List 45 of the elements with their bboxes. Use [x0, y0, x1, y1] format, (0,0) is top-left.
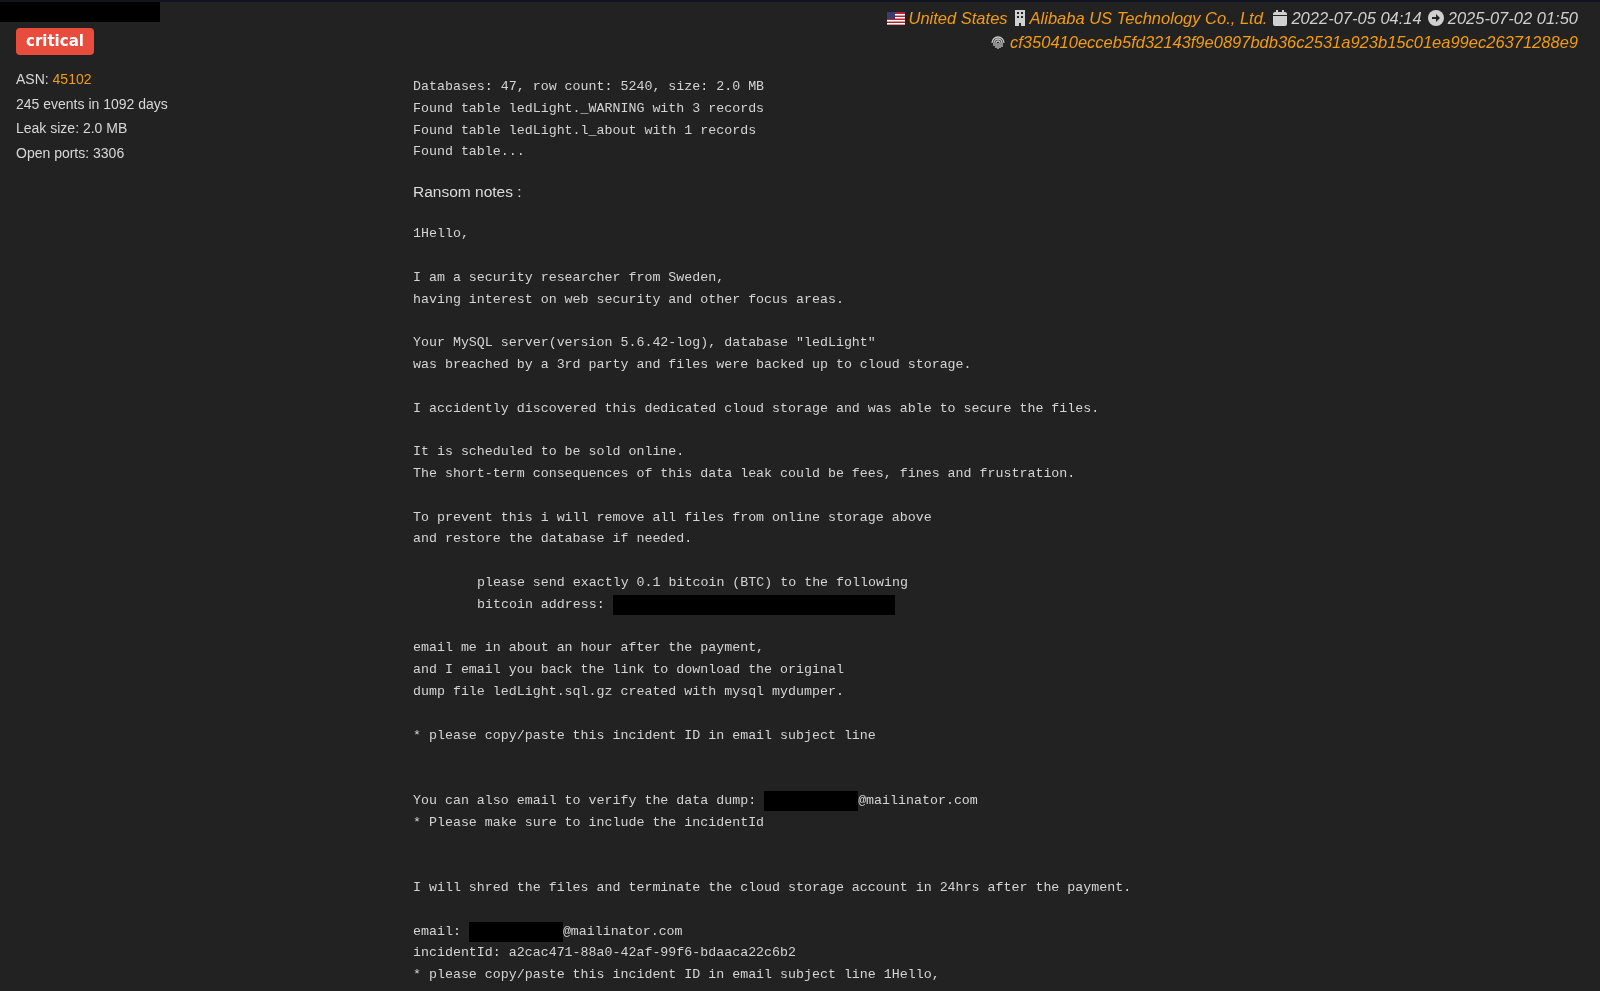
building-icon	[1013, 10, 1026, 26]
note-line: It is scheduled to be sold online.	[413, 443, 686, 462]
note-line: I accidently discovered this dedicated cloud storage and was able to secure the files.	[413, 399, 1101, 418]
note-line: 1Hello,	[413, 225, 470, 244]
flag-icon	[886, 11, 905, 25]
asn-link[interactable]: 45102	[52, 71, 92, 87]
stat-label: ASN:	[16, 71, 50, 87]
summary-line: Found table ledLight._WARNING with 3 records	[413, 99, 766, 118]
organization-link[interactable]: Alibaba US Technology Co., Ltd.	[1029, 6, 1268, 30]
fingerprint-icon	[990, 34, 1007, 50]
summary-line: Found table ledLight.l_about with 1 records	[413, 121, 758, 140]
note-line: and I email you back the link to download the original	[413, 661, 845, 680]
hash-link[interactable]: cf350410ecceb5fd32143f9e0897bdb36c2531a923b15c01ea99ec26371288e9	[1010, 30, 1578, 54]
note-text: @mailinator.com	[562, 922, 683, 941]
note-line: The short-term consequences of this data leak could be fees, fines and frustration.	[413, 464, 1077, 483]
note-line: * please copy/paste this incident ID in email subject line	[413, 726, 877, 745]
severity-badge: critical	[16, 28, 94, 55]
note-text: @mailinator.com	[858, 791, 978, 810]
summary-line: Found table...	[413, 143, 526, 162]
note-line: having interest on web security and other focus areas.	[413, 290, 845, 309]
arrow-right-icon	[1427, 10, 1444, 26]
calendar-icon	[1273, 10, 1288, 26]
note-line: I am a security researcher from Sweden,	[413, 268, 726, 287]
note-line: incidentId: a2cac471-88a0-42af-99f6-bdaaca22c6b2	[413, 944, 797, 963]
note-line: email me in about an hour after the payment,	[413, 639, 766, 658]
first-seen-date: 2022-07-05 04:14	[1291, 8, 1422, 29]
note-text: You can also email to verify the data dump:	[413, 791, 757, 810]
section-heading: Ransom notes :	[413, 183, 523, 202]
note-line: and restore the database if needed.	[413, 530, 694, 549]
note-text: email:	[413, 922, 461, 941]
stat-text: Open ports: 3306	[16, 143, 125, 163]
stat-text: 245 events in 1092 days	[16, 94, 168, 114]
last-seen-date: 2025-07-02 01:50	[1447, 8, 1578, 29]
country-link[interactable]: United States	[908, 6, 1008, 30]
note-line: please send exactly 0.1 bitcoin (BTC) to the following	[476, 573, 909, 592]
note-line: Your MySQL server(version 5.6.42-log), database "ledLight"	[413, 334, 877, 353]
note-line: * please copy/paste this incident ID in email subject line 1Hello,	[413, 966, 941, 985]
stat-text: Leak size: 2.0 MB	[16, 119, 128, 139]
note-line: To prevent this i will remove all files from online storage above	[413, 508, 933, 527]
summary-line: Databases: 47, row count: 5240, size: 2.0 MB	[413, 78, 766, 96]
note-line: I will shred the files and terminate the cloud storage account in 24hrs after the payment.	[413, 879, 1133, 898]
note-line: dump file ledLight.sql.gz created with mysql mydumper.	[413, 682, 845, 701]
note-text: bitcoin address:	[477, 595, 605, 614]
note-line: * Please make sure to include the incidentId	[413, 813, 766, 832]
note-line: was breached by a 3rd party and files were backed up to cloud storage.	[413, 355, 973, 374]
